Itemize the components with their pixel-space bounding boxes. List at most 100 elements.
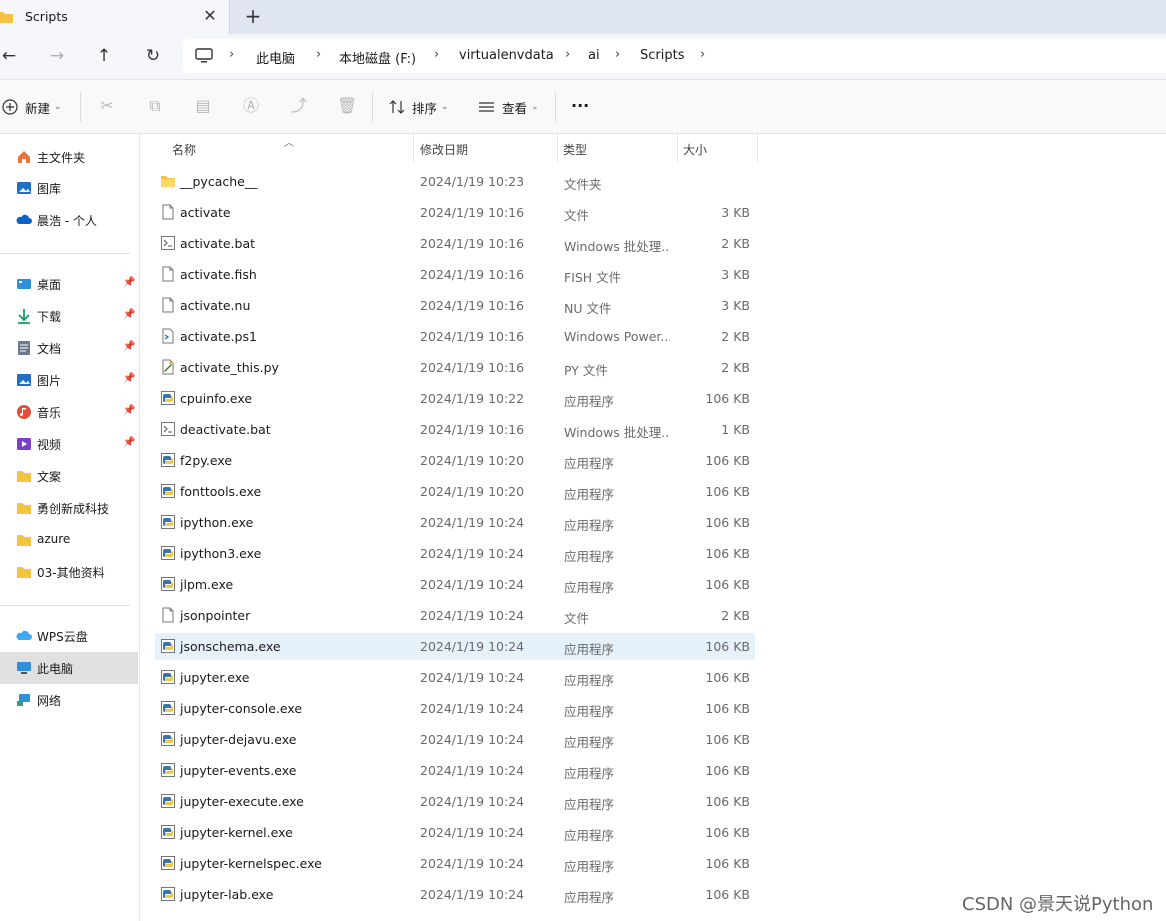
sidebar-item-gallery[interactable]: 图库 — [0, 172, 138, 204]
breadcrumb-separator: › — [229, 47, 235, 62]
sidebar-item-documents[interactable]: 文档 📌 — [0, 332, 138, 364]
file-row[interactable]: activate.bat 2024/1/19 10:16 Windows 批处理..… — [155, 230, 755, 257]
file-date: 2024/1/19 10:24 — [420, 546, 525, 561]
file-row[interactable]: jsonschema.exe 2024/1/19 10:24 应用程序 106 KB — [155, 633, 755, 660]
breadcrumb-this-pc[interactable]: 此电脑 — [256, 48, 295, 67]
cut-icon[interactable]: ✂ — [97, 96, 117, 116]
file-row[interactable]: jupyter-dejavu.exe 2024/1/19 10:24 应用程序 106… — [155, 726, 755, 753]
file-row[interactable]: jupyter-execute.exe 2024/1/19 10:24 应用程序 10… — [155, 788, 755, 815]
sidebar-item-onedrive[interactable]: 晨浩 - 个人 — [0, 204, 138, 236]
paste-icon[interactable]: ▤ — [193, 96, 213, 116]
breadcrumb-separator: › — [434, 47, 440, 62]
pin-icon[interactable]: 📌 — [123, 277, 135, 288]
sidebar-item-pictures[interactable]: 图片 📌 — [0, 364, 138, 396]
sidebar-item-home[interactable]: 主文件夹 — [0, 141, 138, 173]
file-row[interactable]: activate 2024/1/19 10:16 文件 3 KB — [155, 199, 755, 226]
file-size: 106 KB — [705, 453, 750, 468]
sidebar-divider — [0, 605, 130, 606]
file-row[interactable]: jupyter-console.exe 2024/1/19 10:24 应用程序 10… — [155, 695, 755, 722]
file-row[interactable]: cpuinfo.exe 2024/1/19 10:22 应用程序 106 KB — [155, 385, 755, 412]
tab-scripts[interactable]: Scripts ✕ — [0, 0, 230, 34]
column-header-size[interactable]: 大小 — [678, 134, 757, 162]
pin-icon[interactable]: 📌 — [123, 373, 135, 384]
share-icon[interactable]: ⤴ — [289, 96, 309, 116]
column-separator[interactable] — [757, 134, 758, 162]
sidebar-item-label: 此电脑 — [37, 662, 74, 676]
sidebar-item-network[interactable]: 网络 — [0, 684, 138, 716]
pin-icon[interactable]: 📌 — [123, 437, 135, 448]
file-name: jupyter-events.exe — [180, 763, 297, 778]
file-row[interactable]: activate.nu 2024/1/19 10:16 NU 文件 3 KB — [155, 292, 755, 319]
breadcrumb-scripts[interactable]: Scripts — [640, 48, 684, 63]
sidebar-item-videos[interactable]: 视频 📌 — [0, 428, 138, 460]
breadcrumb-virtualenvdata[interactable]: virtualenvdata — [459, 48, 554, 63]
sidebar-item-label: 03-其他资料 — [37, 566, 105, 580]
sidebar-item-desktop[interactable]: 桌面 📌 — [0, 268, 138, 300]
sidebar-item-folder-other[interactable]: 03-其他资料 — [0, 556, 138, 588]
file-type: 应用程序 — [564, 487, 615, 502]
sort-button[interactable]: 排序 ⌄ — [389, 97, 449, 117]
file-row[interactable]: jupyter.exe 2024/1/19 10:24 应用程序 106 KB — [155, 664, 755, 691]
copy-icon[interactable]: ⧉ — [145, 96, 165, 116]
sidebar-item-this-pc[interactable]: 此电脑 — [0, 652, 138, 684]
file-row[interactable]: f2py.exe 2024/1/19 10:20 应用程序 106 KB — [155, 447, 755, 474]
sidebar-divider — [0, 253, 130, 254]
file-row[interactable]: activate.fish 2024/1/19 10:16 FISH 文件 3 KB — [155, 261, 755, 288]
view-icon — [479, 102, 494, 112]
breadcrumb-ai[interactable]: ai — [588, 48, 600, 63]
file-row[interactable]: ipython.exe 2024/1/19 10:24 应用程序 106 KB — [155, 509, 755, 536]
file-row[interactable]: jupyter-kernelspec.exe 2024/1/19 10:24 应用程… — [155, 850, 755, 877]
sidebar-item-label: 下载 — [37, 310, 62, 324]
file-row[interactable]: jupyter-kernel.exe 2024/1/19 10:24 应用程序 106… — [155, 819, 755, 846]
videos-icon — [17, 438, 31, 450]
address-bar[interactable]: › 此电脑 › 本地磁盘 (F:) › virtualenvdata › ai … — [183, 39, 1166, 73]
new-button[interactable]: 新建 ⌄ — [2, 97, 62, 117]
file-row[interactable]: jlpm.exe 2024/1/19 10:24 应用程序 106 KB — [155, 571, 755, 598]
forward-button[interactable]: → — [46, 45, 68, 67]
pictures-icon — [17, 374, 31, 386]
rename-icon[interactable]: Ⓐ — [241, 96, 261, 116]
download-icon — [18, 309, 30, 324]
close-tab-button[interactable]: ✕ — [200, 6, 220, 26]
desktop-icon — [17, 279, 31, 289]
pin-icon[interactable]: 📌 — [123, 309, 135, 320]
file-row[interactable]: activate.ps1 2024/1/19 10:16 Windows Power… — [155, 323, 755, 350]
sidebar-item-downloads[interactable]: 下载 📌 — [0, 300, 138, 332]
file-name: activate.fish — [180, 267, 257, 282]
view-button[interactable]: 查看 ⌄ — [478, 97, 539, 117]
up-button[interactable]: ↑ — [93, 45, 115, 67]
powershell-file-icon — [162, 328, 174, 344]
column-header-type[interactable]: 类型 — [558, 134, 677, 162]
new-tab-button[interactable]: + — [243, 5, 263, 27]
file-row[interactable]: jupyter-lab.exe 2024/1/19 10:24 应用程序 106 KB — [155, 881, 755, 908]
file-row[interactable]: activate_this.py 2024/1/19 10:16 PY 文件 2 KB — [155, 354, 755, 381]
breadcrumb-local-disk[interactable]: 本地磁盘 (F:) — [339, 48, 416, 67]
file-row[interactable]: fonttools.exe 2024/1/19 10:20 应用程序 106 KB — [155, 478, 755, 505]
file-row[interactable]: jupyter-events.exe 2024/1/19 10:24 应用程序 106… — [155, 757, 755, 784]
sidebar-item-wps-cloud[interactable]: WPS云盘 — [0, 620, 138, 652]
file-row[interactable]: jsonpointer 2024/1/19 10:24 文件 2 KB — [155, 602, 755, 629]
sidebar-item-folder-wenan[interactable]: 文案 — [0, 460, 138, 492]
more-options-button[interactable]: ··· — [571, 95, 589, 115]
file-row[interactable]: __pycache__ 2024/1/19 10:23 文件夹 — [155, 168, 755, 195]
file-row[interactable]: ipython3.exe 2024/1/19 10:24 应用程序 106 KB — [155, 540, 755, 567]
file-size: 106 KB — [705, 484, 750, 499]
file-row[interactable]: deactivate.bat 2024/1/19 10:16 Windows 批处理… — [155, 416, 755, 443]
back-button[interactable]: ← — [0, 45, 20, 67]
file-size: 3 KB — [721, 298, 750, 313]
pin-icon[interactable]: 📌 — [123, 405, 135, 416]
file-date: 2024/1/19 10:24 — [420, 608, 525, 623]
sidebar-item-music[interactable]: 音乐 📌 — [0, 396, 138, 428]
navigation-bar: ← → ↑ ↻ › 此电脑 › 本地磁盘 (F:) › virtualenvda… — [0, 34, 1166, 80]
sidebar-item-folder-azure[interactable]: azure — [0, 524, 138, 556]
file-type: 文件夹 — [564, 177, 602, 192]
delete-icon[interactable]: 🗑 — [337, 96, 357, 116]
sidebar-item-folder-company[interactable]: 勇创新成科技 — [0, 492, 138, 524]
column-header-date[interactable]: 修改日期 — [414, 134, 557, 162]
batch-file-icon — [161, 236, 175, 250]
pin-icon[interactable]: 📌 — [123, 341, 135, 352]
file-size: 106 KB — [705, 732, 750, 747]
file-size: 2 KB — [721, 360, 750, 375]
refresh-button[interactable]: ↻ — [142, 45, 164, 67]
column-header-name[interactable]: 名称 — [141, 134, 413, 162]
